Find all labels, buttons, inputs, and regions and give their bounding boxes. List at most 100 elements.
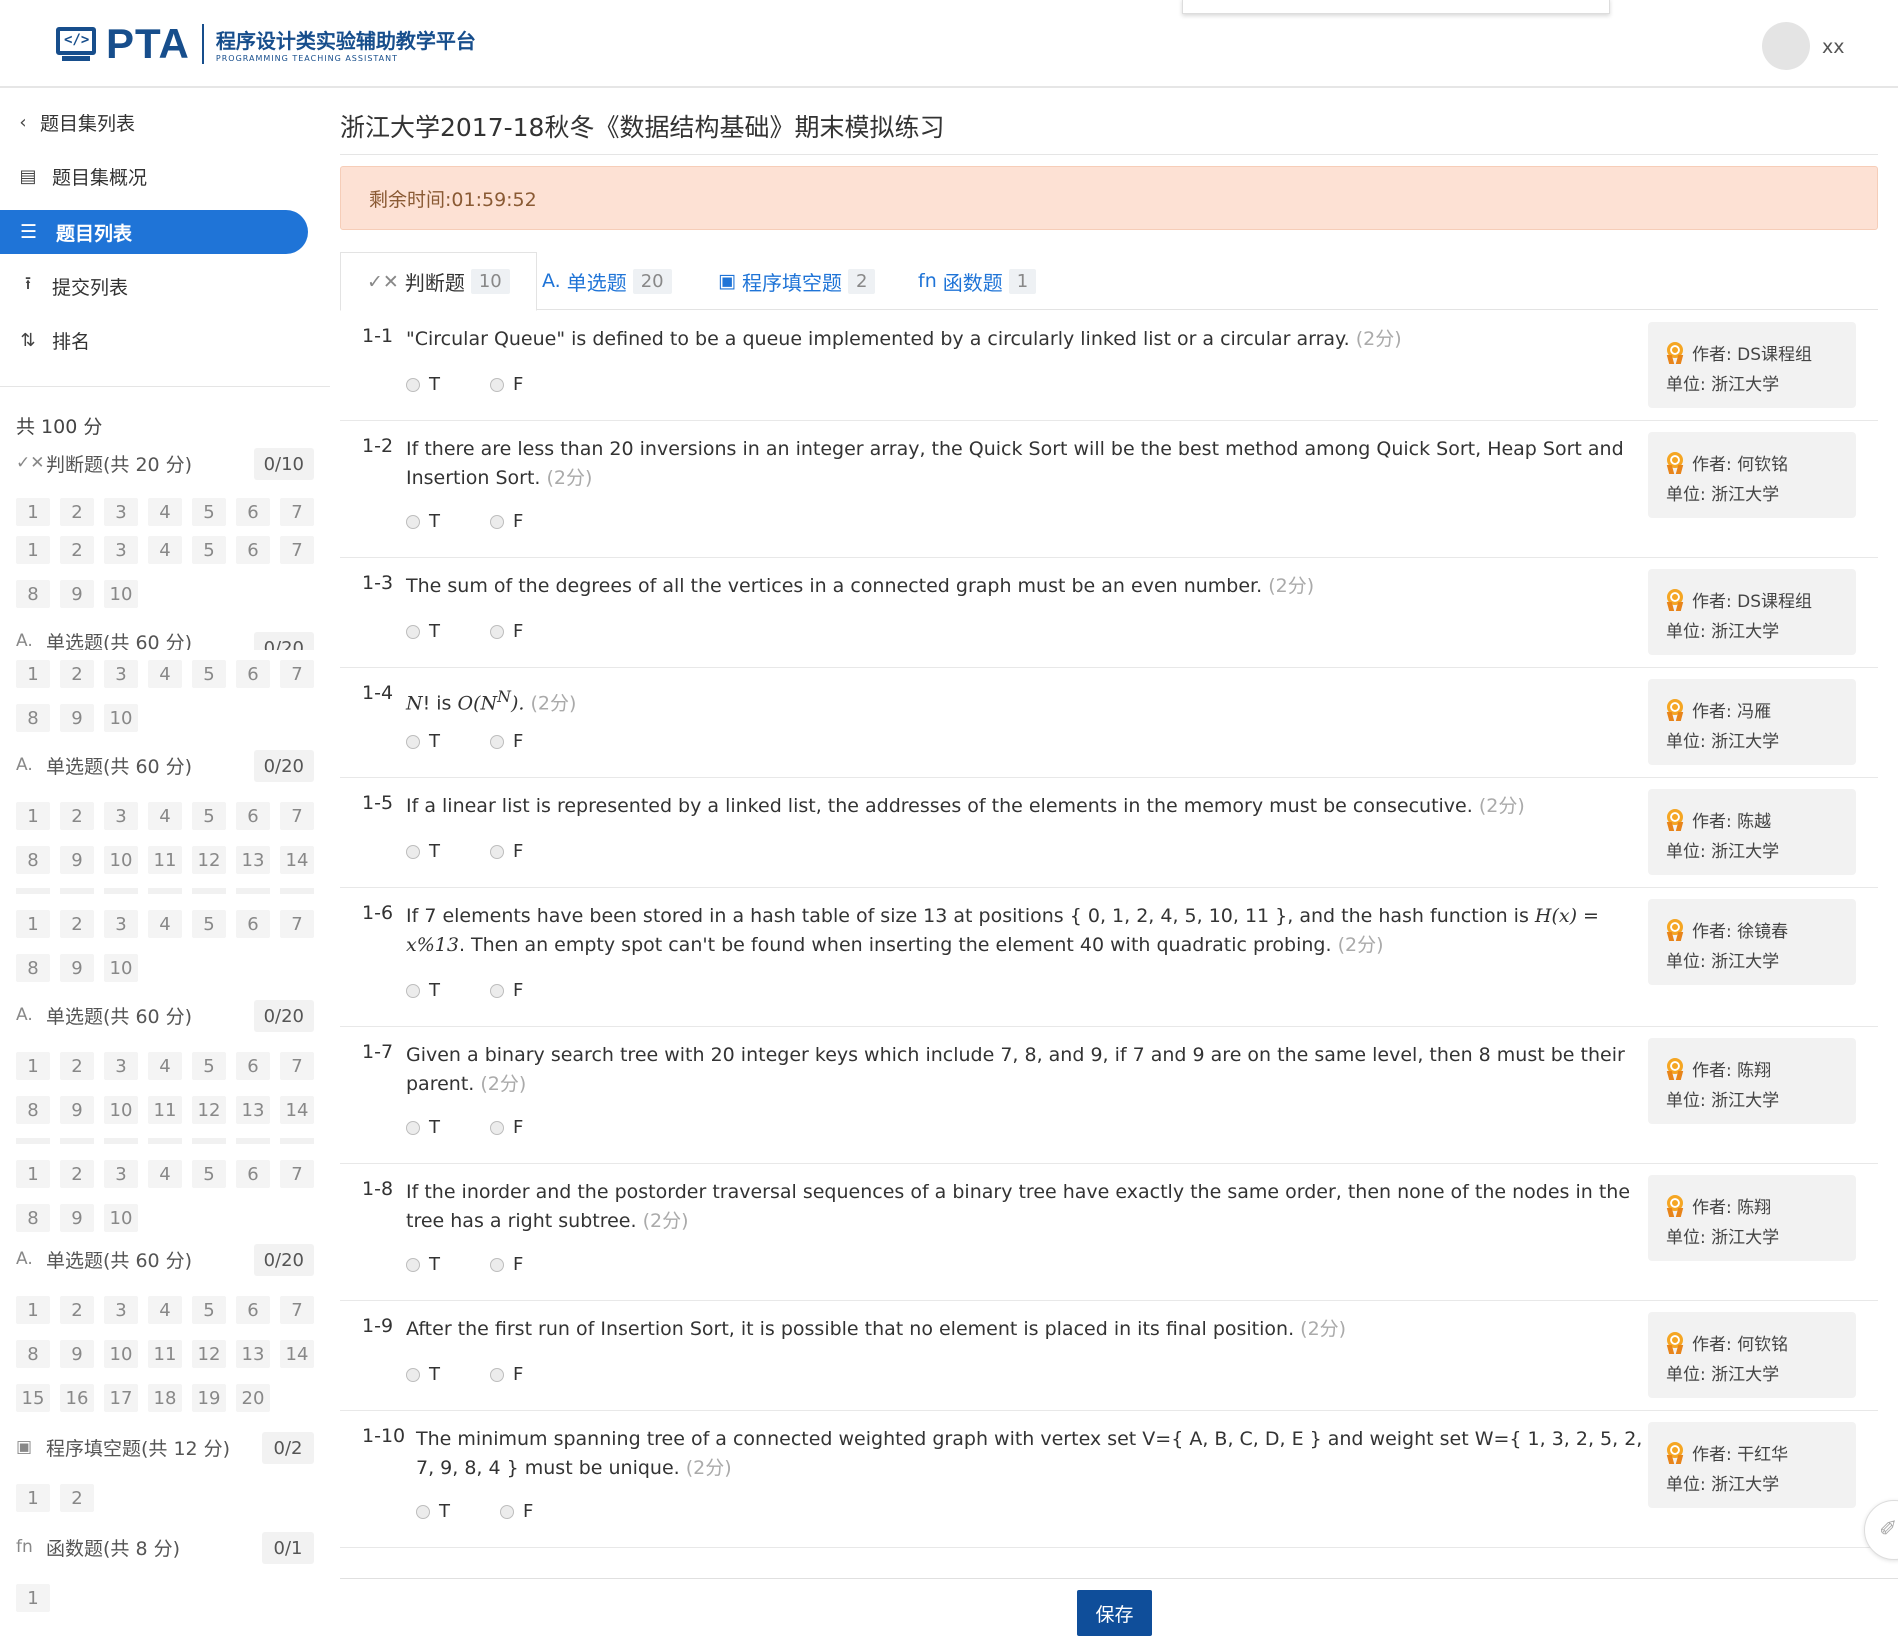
problem-number-button[interactable]: 6 [236,536,270,564]
problem-number-button[interactable]: 2 [60,536,94,564]
radio-button[interactable] [490,377,504,392]
problem-number-button[interactable]: 7 [280,536,314,564]
option-true[interactable]: T [406,1254,440,1275]
problem-number-button[interactable]: 1 [16,498,50,526]
problem-number-button[interactable]: 16 [60,1384,94,1412]
problem-number-button[interactable]: 1 [16,802,50,830]
problem-number-button[interactable]: 5 [192,660,226,688]
problem-number-button[interactable]: 1 [16,1296,50,1324]
radio-button[interactable] [500,1504,514,1519]
radio-button[interactable] [490,983,504,998]
option-false[interactable]: F [490,1364,523,1385]
problem-number-button[interactable]: 9 [60,580,94,608]
section-header-choice[interactable]: A. 单选题(共 60 分) 0/20 [16,632,314,650]
problem-number-button[interactable]: 1 [16,536,50,564]
problem-number-button[interactable]: 5 [192,1052,226,1080]
problem-number-button[interactable]: 1 [16,660,50,688]
problem-number-button[interactable]: 10 [104,704,138,732]
tab-function[interactable]: fn 函数题 1 [918,252,1037,310]
pta-logo[interactable]: </> PTA 程序设计类实验辅助教学平台 PROGRAMMING TEACHI… [54,20,476,67]
option-false[interactable]: F [490,374,523,395]
problem-number-button[interactable]: 6 [236,910,270,938]
radio-button[interactable] [406,377,420,392]
problem-number-button[interactable]: 1 [16,1052,50,1080]
radio-button[interactable] [406,1257,420,1272]
problem-number-button[interactable]: 9 [60,1204,94,1232]
problem-number-button[interactable]: 4 [148,1160,182,1188]
tab-judge[interactable]: ✓✕ 判断题 10 [340,252,537,311]
option-false[interactable]: F [490,980,523,1001]
problem-number-button[interactable]: 2 [60,498,94,526]
problem-number-button[interactable]: 1 [16,1484,50,1512]
nav-back-to-set-list[interactable]: ‹ 题目集列表 [16,102,135,142]
save-button[interactable]: 保存 [1077,1590,1152,1636]
problem-number-button[interactable]: 3 [104,536,138,564]
problem-number-button[interactable]: 3 [104,802,138,830]
problem-number-button[interactable]: 5 [192,1160,226,1188]
problem-number-button[interactable]: 2 [60,660,94,688]
problem-number-button[interactable]: 7 [280,1296,314,1324]
nav-overview[interactable]: ▤ 题目集概况 [16,156,147,196]
problem-number-button[interactable]: 19 [192,1384,226,1412]
problem-number-button[interactable]: 8 [16,846,50,874]
problem-number-button[interactable]: 4 [148,802,182,830]
problem-number-button[interactable]: 2 [60,1052,94,1080]
problem-number-button[interactable]: 6 [236,1160,270,1188]
problem-number-button[interactable]: 13 [236,1340,270,1368]
problem-number-button[interactable]: 14 [280,1096,314,1124]
radio-button[interactable] [490,734,504,749]
problem-number-button[interactable]: 14 [280,1340,314,1368]
option-false[interactable]: F [490,511,523,532]
tab-single-choice[interactable]: A. 单选题 20 [542,252,672,310]
problem-number-button[interactable]: 13 [236,1096,270,1124]
problem-number-button[interactable]: 5 [192,802,226,830]
problem-number-button[interactable]: 6 [236,498,270,526]
problem-number-button[interactable]: 9 [60,1096,94,1124]
problem-number-button[interactable]: 9 [60,846,94,874]
option-false[interactable]: F [490,621,523,642]
problem-number-button[interactable]: 7 [280,498,314,526]
option-false[interactable]: F [490,1254,523,1275]
problem-number-button[interactable]: 10 [104,1340,138,1368]
problem-number-button[interactable]: 7 [280,802,314,830]
problem-number-button[interactable]: 6 [236,802,270,830]
problem-number-button[interactable]: 11 [148,1340,182,1368]
problem-number-button[interactable]: 2 [60,802,94,830]
section-header-fill[interactable]: ▣ 程序填空题(共 12 分) 0/2 [16,1432,314,1464]
problem-number-button[interactable]: 8 [16,1096,50,1124]
problem-number-button[interactable]: 8 [16,1340,50,1368]
radio-button[interactable] [406,983,420,998]
problem-number-button[interactable]: 1 [16,1160,50,1188]
section-header-choice[interactable]: A. 单选题(共 60 分) 0/20 [16,750,314,782]
radio-button[interactable] [406,1120,420,1135]
radio-button[interactable] [490,844,504,859]
avatar[interactable] [1762,22,1810,70]
nav-problem-list[interactable]: ☰ 题目列表 [0,210,308,254]
option-true[interactable]: T [406,731,440,752]
radio-button[interactable] [490,624,504,639]
problem-number-button[interactable]: 3 [104,498,138,526]
problem-number-button[interactable]: 4 [148,660,182,688]
problem-number-button[interactable]: 4 [148,536,182,564]
option-true[interactable]: T [406,1364,440,1385]
problem-number-button[interactable]: 10 [104,1096,138,1124]
option-true[interactable]: T [406,980,440,1001]
problem-number-button[interactable]: 3 [104,910,138,938]
problem-number-button[interactable]: 4 [148,498,182,526]
section-header-function[interactable]: fn 函数题(共 8 分) 0/1 [16,1532,314,1564]
tab-program-fill[interactable]: ▣ 程序填空题 2 [718,252,876,310]
problem-number-button[interactable]: 5 [192,1296,226,1324]
radio-button[interactable] [416,1504,430,1519]
radio-button[interactable] [406,1367,420,1382]
radio-button[interactable] [490,514,504,529]
option-false[interactable]: F [490,731,523,752]
option-true[interactable]: T [406,841,440,862]
problem-number-button[interactable]: 2 [60,1484,94,1512]
option-false[interactable]: F [490,841,523,862]
radio-button[interactable] [406,844,420,859]
problem-number-button[interactable]: 2 [60,1296,94,1324]
nav-rank[interactable]: ⇅ 排名 [16,320,90,360]
problem-number-button[interactable]: 4 [148,910,182,938]
problem-number-button[interactable]: 2 [60,1160,94,1188]
problem-number-button[interactable]: 1 [16,910,50,938]
